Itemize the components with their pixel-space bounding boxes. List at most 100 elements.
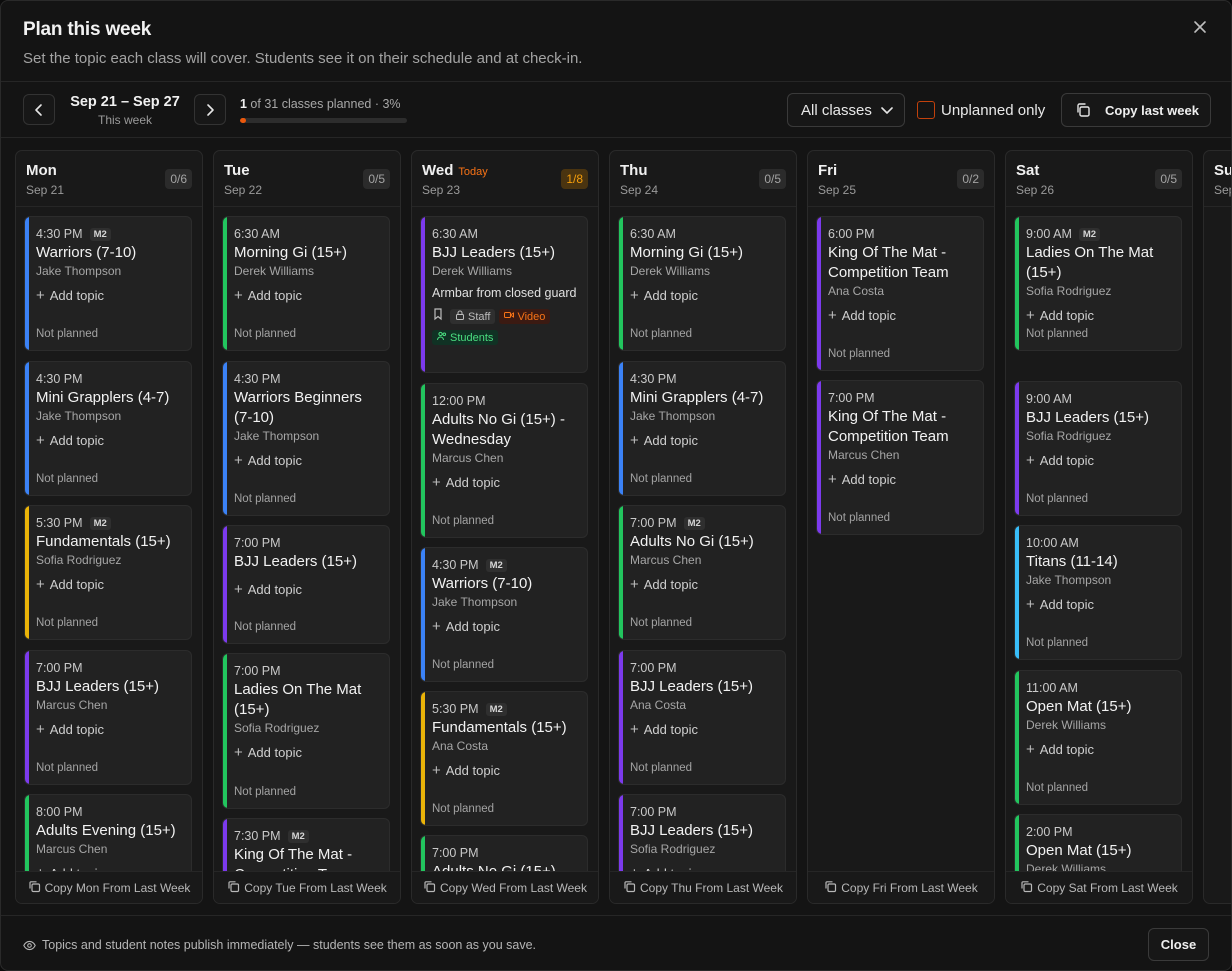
copy-day-button[interactable]: Copy Wed From Last Week [412, 871, 598, 903]
class-card[interactable]: 6:30 AM BJJ Leaders (15+) Derek Williams Ar… [420, 216, 588, 373]
class-status: Not planned [36, 617, 99, 629]
class-card[interactable]: 7:00 PM BJJ Leaders (15+) Marcus Chen + Add … [24, 650, 192, 785]
add-topic-button[interactable]: + Add topic [630, 287, 777, 304]
class-time: 7:00 PM [234, 536, 381, 550]
class-time: 4:30 PM [36, 372, 183, 386]
class-card[interactable]: 7:00 PM M2 Adults No Gi (15+) Marcus Chen + A… [618, 505, 786, 640]
unplanned-only-toggle[interactable]: Unplanned only [917, 101, 1045, 119]
class-card[interactable]: 9:00 AM BJJ Leaders (15+) Sofia Rodriguez +… [1014, 381, 1182, 516]
class-card[interactable]: 4:30 PM M2 Warriors (7-10) Jake Thompson + Ad… [420, 547, 588, 682]
class-filter-select[interactable]: All classes [787, 93, 905, 127]
copy-day-button[interactable]: Copy Mon From Last Week [16, 871, 202, 903]
class-card-body: 11:00 AM Open Mat (15+) Derek Williams + Add… [1015, 671, 1181, 758]
class-card[interactable]: 4:30 PM Warriors Beginners (7-10) Jake Tho… [222, 361, 390, 516]
add-topic-button[interactable]: + Add topic [630, 721, 777, 738]
class-time: 2:00 PM [1026, 825, 1173, 839]
add-topic-button[interactable]: + Add topic [234, 581, 381, 598]
copy-day-button[interactable]: Copy Sat From Last Week [1006, 871, 1192, 903]
add-topic-button[interactable]: + Add topic [432, 618, 579, 635]
add-topic-button[interactable]: + Add topic [1026, 452, 1173, 469]
add-topic-button[interactable]: + Add topic [1026, 596, 1173, 613]
add-topic-label: Add topic [841, 472, 896, 487]
plus-icon: + [36, 432, 45, 449]
class-time: 5:30 PM M2 [36, 516, 183, 530]
class-card[interactable]: 7:00 PMAdults No Gi (15+)+Add topicNot p… [420, 835, 588, 872]
add-topic-button[interactable]: + Add topic [432, 474, 579, 491]
class-card-body: 7:00 PM M2 Adults No Gi (15+) Marcus Chen + A… [619, 506, 785, 593]
dialog-subtitle: Set the topic each class will cover. Stu… [23, 50, 583, 67]
class-card[interactable]: 4:30 PM Mini Grapplers (4-7) Jake Thompson… [618, 361, 786, 496]
class-card-body: 7:00 PM Ladies On The Mat (15+) Sofia Rodr… [223, 654, 389, 761]
class-card[interactable]: 11:00 AM Open Mat (15+) Derek Williams + Add… [1014, 670, 1182, 805]
add-topic-button[interactable]: + Add topic [234, 452, 381, 469]
add-topic-button[interactable]: + Add topic [36, 576, 183, 593]
class-card[interactable]: 4:30 PM Mini Grapplers (4-7) Jake Thompson… [24, 361, 192, 496]
prev-week-button[interactable] [23, 94, 55, 125]
eye-icon [23, 940, 36, 950]
class-card[interactable]: 6:00 PM King Of The Mat - Competition Tea… [816, 216, 984, 371]
plus-icon: + [828, 307, 837, 324]
class-coach: Derek Williams [432, 264, 513, 278]
class-card[interactable]: 7:30 PM M2 King Of The Mat - Competition T… [222, 818, 390, 872]
copy-day-button[interactable]: Copy Tue From Last Week [214, 871, 400, 903]
unplanned-only-checkbox[interactable] [917, 101, 935, 119]
add-topic-button[interactable]: + Add topic [36, 287, 183, 304]
class-badge: M2 [89, 227, 111, 241]
class-card[interactable]: 5:30 PM M2 Fundamentals (15+) Ana Costa + Add… [420, 691, 588, 826]
class-card[interactable]: 7:00 PM BJJ Leaders (15+) Ana Costa + Add to… [618, 650, 786, 785]
add-topic-button[interactable]: + Add topic [36, 432, 183, 449]
copy-last-week-button[interactable]: Copy last week [1061, 93, 1211, 127]
next-week-button[interactable] [194, 94, 226, 125]
class-card[interactable]: 7:00 PM Ladies On The Mat (15+) Sofia Rodr… [222, 653, 390, 809]
close-button[interactable]: Close [1148, 928, 1209, 961]
add-topic-button[interactable]: + Add topic [234, 744, 381, 761]
class-list: 6:00 PM King Of The Mat - Competition Tea… [808, 208, 994, 872]
add-topic-button[interactable]: + Add topic [234, 287, 381, 304]
add-topic-button[interactable]: + Add topic [630, 576, 777, 593]
class-card[interactable]: 7:00 PMBJJ Leaders (15+)Sofia Rodriguez+… [618, 794, 786, 872]
class-status: Not planned [630, 328, 693, 340]
class-card[interactable]: 2:00 PMOpen Mat (15+)Derek Williams+Add … [1014, 814, 1182, 872]
class-card[interactable]: 5:30 PM M2 Fundamentals (15+) Sofia Rodrigu… [24, 505, 192, 640]
class-color-bar [25, 217, 29, 350]
class-card[interactable]: 6:30 AM Morning Gi (15+) Derek Williams + Ad… [222, 216, 390, 351]
week-range: Sep 21 – Sep 27 This week [59, 94, 191, 127]
class-card[interactable]: 8:00 PMAdults Evening (15+)Marcus Chen+A… [24, 794, 192, 872]
add-topic-button[interactable]: + Add topic [1026, 741, 1173, 758]
class-card[interactable]: 12:00 PM Adults No Gi (15+) - Wednesday Ma… [420, 383, 588, 538]
class-card[interactable]: 4:30 PM M2 Warriors (7-10) Jake Thompson + Ad… [24, 216, 192, 351]
chevron-left-icon [35, 103, 42, 116]
copy-day-button[interactable]: Copy Fri From Last Week [808, 871, 994, 903]
day-column-su: Su Sep [1203, 150, 1231, 904]
class-status: Not planned [630, 473, 693, 485]
class-badge: M2 [485, 558, 507, 572]
publish-note-text: Topics and student notes publish immedia… [42, 938, 537, 952]
class-card[interactable]: 7:00 PM BJJ Leaders (15+) + Add topic Not pl… [222, 525, 390, 644]
add-topic-button[interactable]: + Add topic [1026, 307, 1173, 324]
class-card[interactable]: 6:30 AM Morning Gi (15+) Derek Williams + Ad… [618, 216, 786, 351]
class-card[interactable]: 7:00 PM King Of The Mat - Competition Tea… [816, 380, 984, 535]
add-topic-button[interactable]: + Add topic [36, 721, 183, 738]
day-planned-count: 0/6 [165, 169, 192, 189]
copy-day-button[interactable]: Copy Thu From Last Week [610, 871, 796, 903]
class-coach: Ana Costa [432, 739, 489, 753]
class-color-bar [421, 384, 425, 537]
class-badge: M2 [287, 829, 309, 843]
class-card[interactable]: 10:00 AM Titans (11-14) Jake Thompson + Add … [1014, 525, 1182, 660]
class-time: 4:30 PM [630, 372, 777, 386]
class-coach: Ana Costa [630, 698, 687, 712]
chevron-down-icon [881, 107, 893, 114]
class-time-label: 6:00 PM [828, 227, 875, 241]
class-filter-value: All classes [801, 101, 872, 119]
class-status: Not planned [234, 493, 297, 505]
class-topic[interactable]: Armbar from closed guard [432, 285, 579, 302]
class-coach: Marcus Chen [630, 553, 702, 567]
day-column-mon: Mon Sep 21 0/6 4:30 PM M2 Warriors (7-10) Jake… [15, 150, 203, 904]
close-icon[interactable] [1189, 17, 1211, 39]
class-card[interactable]: 9:00 AM M2 Ladies On The Mat (15+) Sofia Ro… [1014, 216, 1182, 351]
progress-bar-fill [240, 118, 246, 123]
add-topic-button[interactable]: + Add topic [630, 432, 777, 449]
add-topic-button[interactable]: + Add topic [828, 471, 975, 488]
add-topic-button[interactable]: + Add topic [432, 762, 579, 779]
add-topic-button[interactable]: + Add topic [828, 307, 975, 324]
